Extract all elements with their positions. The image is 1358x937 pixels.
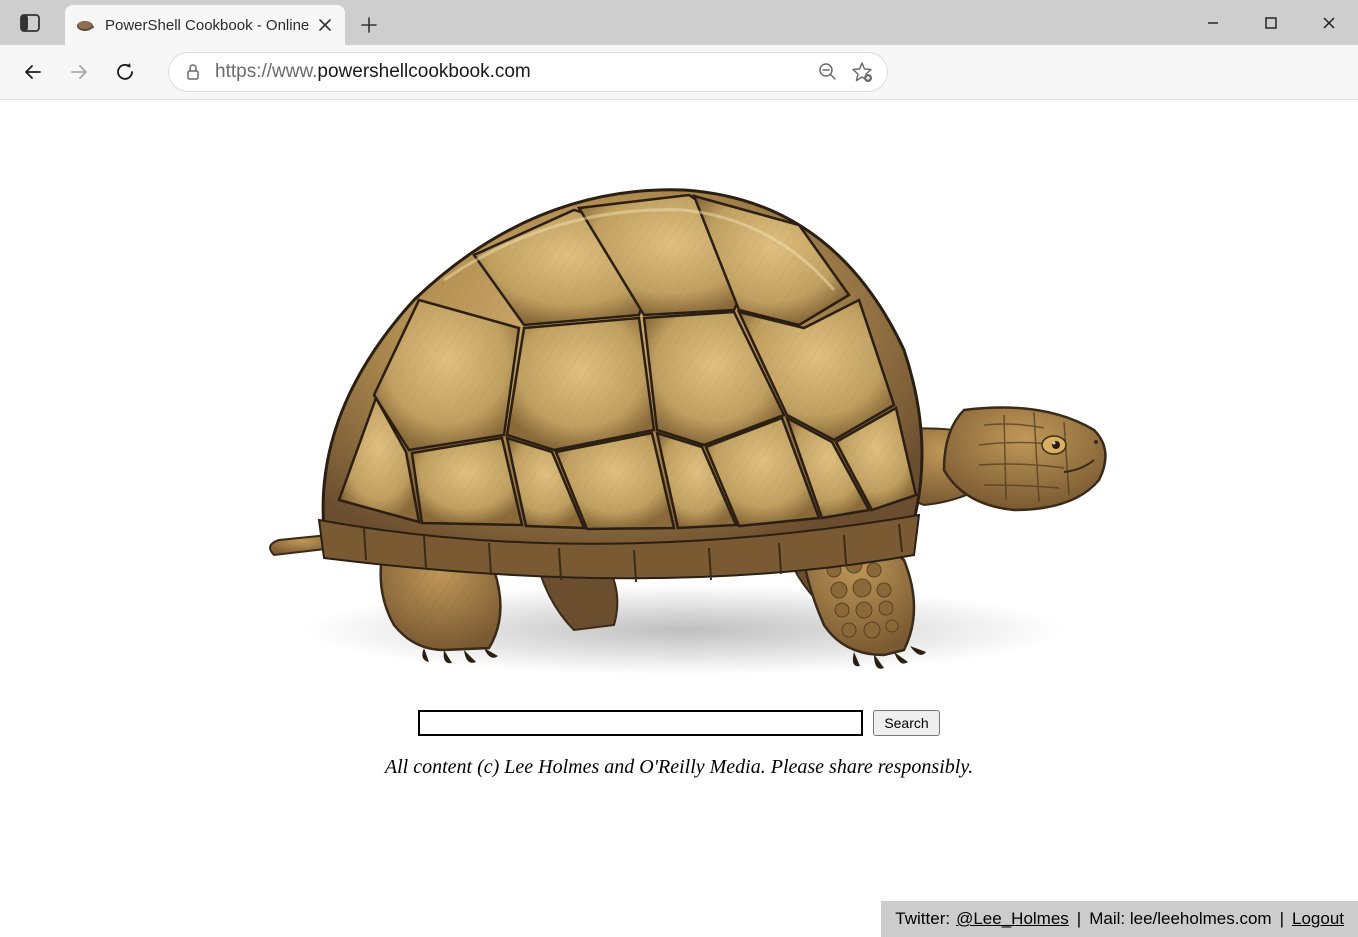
side-panel-icon [19, 12, 41, 34]
close-window-button[interactable] [1300, 0, 1358, 45]
arrow-right-icon [67, 60, 91, 84]
twitter-link[interactable]: @Lee_Holmes [956, 909, 1069, 929]
close-icon [1322, 16, 1336, 30]
url-protocol: https://www. [215, 61, 317, 82]
browser-tab[interactable]: PowerShell Cookbook - Online A [65, 5, 345, 45]
mail-text: Mail: lee/leeholmes.com [1089, 909, 1271, 929]
lock-icon [183, 62, 203, 82]
tab-title: PowerShell Cookbook - Online A [105, 17, 309, 34]
search-input[interactable] [418, 710, 863, 736]
maximize-button[interactable] [1242, 0, 1300, 45]
twitter-label: Twitter: [895, 909, 950, 929]
separator: | [1077, 909, 1081, 929]
zoom-out-icon [818, 62, 838, 82]
minimize-button[interactable] [1184, 0, 1242, 45]
search-form: Search [418, 710, 939, 736]
bottom-status-bar: Twitter: @Lee_Holmes | Mail: lee/leeholm… [881, 901, 1358, 937]
side-panel-button[interactable] [5, 0, 55, 45]
browser-title-bar: PowerShell Cookbook - Online A [0, 0, 1358, 45]
star-add-icon [851, 61, 873, 83]
favorites-button[interactable] [851, 61, 873, 83]
browser-toolbar: https://www.powershellcookbook.com [0, 45, 1358, 100]
tab-close-button[interactable] [315, 15, 335, 35]
address-bar[interactable]: https://www.powershellcookbook.com [168, 52, 888, 92]
new-tab-button[interactable] [349, 5, 389, 45]
zoom-indicator[interactable] [817, 61, 839, 83]
refresh-icon [114, 61, 136, 83]
turtle-icon [244, 150, 1114, 680]
arrow-left-icon [21, 60, 45, 84]
plus-icon [361, 17, 377, 33]
separator: | [1280, 909, 1284, 929]
maximize-icon [1264, 16, 1278, 30]
page-content: Search All content (c) Lee Holmes and O'… [0, 100, 1358, 937]
tab-favicon-turtle-icon [75, 15, 95, 35]
url-domain: powershellcookbook.com [317, 61, 530, 82]
forward-button [58, 51, 100, 93]
close-icon [319, 19, 331, 31]
logout-link[interactable]: Logout [1292, 909, 1344, 929]
url-text: https://www.powershellcookbook.com [215, 61, 805, 83]
window-controls [1184, 0, 1358, 45]
back-button[interactable] [12, 51, 54, 93]
minimize-icon [1206, 16, 1220, 30]
search-button[interactable]: Search [873, 710, 939, 736]
copyright-text: All content (c) Lee Holmes and O'Reilly … [385, 756, 973, 779]
refresh-button[interactable] [104, 51, 146, 93]
turtle-logo-image [244, 150, 1114, 680]
